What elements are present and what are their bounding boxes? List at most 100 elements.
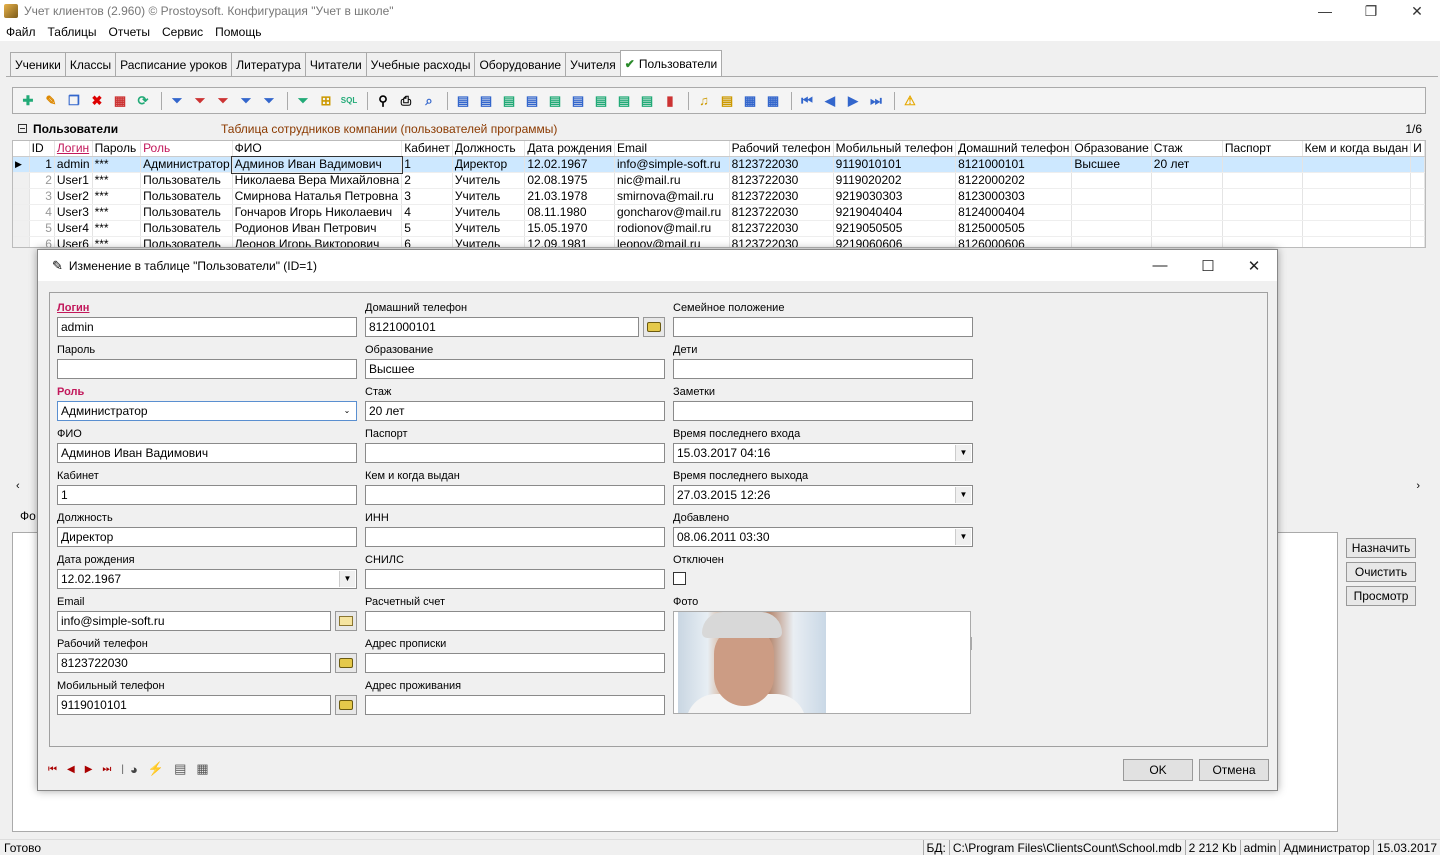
dialog-maximize-button[interactable]: ☐ [1185, 250, 1231, 281]
minimize-button[interactable]: — [1302, 0, 1348, 22]
table-cell[interactable]: *** [92, 156, 142, 173]
table-cell[interactable]: 2 [401, 172, 453, 189]
call-home-phone-button[interactable] [643, 317, 665, 337]
table-cell[interactable]: Учитель [452, 220, 526, 237]
table-cell[interactable]: *** [92, 220, 142, 237]
notes-input[interactable] [673, 401, 973, 421]
table-cell[interactable]: 8123722030 [729, 236, 834, 247]
table-cell[interactable]: 9219040404 [833, 204, 957, 221]
birth-date-picker[interactable]: 12.02.1967 ▼ [57, 569, 357, 589]
account-input[interactable] [365, 611, 665, 631]
table-cell[interactable]: 8125000505 [955, 220, 1073, 237]
table-cell[interactable]: 6 [401, 236, 453, 247]
add-record-icon[interactable]: ✚ [18, 92, 38, 110]
table-cell[interactable]: User4 [54, 220, 93, 237]
table-cell[interactable]: Высшее [1071, 156, 1152, 173]
document-icon[interactable]: ▤ [717, 92, 737, 110]
table-cell[interactable]: User1 [54, 172, 93, 189]
table-cell[interactable] [1071, 188, 1152, 205]
table-cell[interactable] [1222, 236, 1303, 247]
view-button[interactable]: Просмотр [1346, 586, 1416, 606]
column-header[interactable]: Должность [452, 141, 526, 157]
prev-record-icon[interactable]: ◀ [820, 92, 840, 110]
filter-remove-icon[interactable]: ⏷ [213, 92, 233, 110]
txt-icon[interactable]: ▤ [614, 92, 634, 110]
table-cell[interactable]: *** [92, 188, 142, 205]
find-icon[interactable]: ⚲ [373, 92, 393, 110]
report-icon[interactable]: ♫ [694, 92, 714, 110]
table-cell[interactable]: rodionov@mail.ru [614, 220, 730, 237]
dropdown-arrow-icon[interactable]: ▼ [339, 571, 355, 587]
table-cell[interactable]: Гончаров Игорь Николаевич [232, 204, 403, 221]
menu-reports[interactable]: Отчеты [109, 25, 150, 39]
edit-record-icon[interactable]: ✎ [41, 92, 61, 110]
tab-classes[interactable]: Классы [64, 52, 117, 76]
table-row[interactable]: 6 User6 *** Пользователь Леонов Игорь Виктор… [13, 236, 1425, 247]
table-row[interactable]: ▶ 1 admin *** Администратор Админов Иван Вади… [13, 155, 1425, 174]
column-header[interactable]: Стаж [1151, 141, 1223, 157]
table-cell[interactable]: Учитель [452, 204, 526, 221]
table-cell[interactable]: 2 [29, 172, 55, 189]
table-cell[interactable]: 02.08.1975 [524, 172, 615, 189]
table-cell[interactable]: Смирнова Наталья Петровна [232, 188, 403, 205]
home-phone-input[interactable]: 8121000101 [365, 317, 639, 337]
call-work-phone-button[interactable] [335, 653, 357, 673]
table-cell[interactable]: 12.02.1967 [524, 156, 615, 173]
row-indicator[interactable] [13, 220, 30, 237]
excel-icon[interactable]: ▤ [545, 92, 565, 110]
columns-icon[interactable]: ▦ [763, 92, 783, 110]
role-select[interactable]: Администратор ⌄ [57, 401, 357, 421]
reg-address-input[interactable] [365, 653, 665, 673]
menu-help[interactable]: Помощь [215, 25, 261, 39]
tab-readers[interactable]: Читатели [304, 52, 367, 76]
table-cell[interactable] [1302, 188, 1412, 205]
password-input[interactable] [57, 359, 357, 379]
table-cell[interactable]: 3 [29, 188, 55, 205]
table-cell[interactable]: admin [54, 156, 93, 173]
passport-input[interactable] [365, 443, 665, 463]
column-header[interactable]: Пароль [92, 141, 142, 157]
table-cell[interactable]: 9119020202 [833, 172, 957, 189]
column-header[interactable]: ФИО [232, 141, 403, 157]
table-cell[interactable]: 8123000303 [955, 188, 1073, 205]
column-header[interactable]: Рабочий телефон [729, 141, 834, 157]
next-record-icon[interactable]: ▶ [843, 92, 863, 110]
last-record-icon[interactable]: ⏭ [102, 764, 111, 775]
dialog-close-button[interactable]: ✕ [1231, 250, 1277, 281]
table-row[interactable]: 4 User3 *** Пользователь Гончаров Игорь Нико… [13, 204, 1425, 221]
table-cell[interactable] [1302, 236, 1412, 247]
column-header[interactable]: Образование [1071, 141, 1152, 157]
export-excel-icon[interactable]: ▤ [499, 92, 519, 110]
warning-icon[interactable]: ⚠ [900, 92, 920, 110]
last-logout-picker[interactable]: 27.03.2015 12:26 ▼ [673, 485, 973, 505]
table-cell[interactable] [1410, 188, 1425, 205]
table-cell[interactable] [1151, 236, 1223, 247]
scroll-right-icon[interactable]: › [1416, 480, 1420, 492]
table-cell[interactable]: Учитель [452, 236, 526, 247]
table-cell[interactable]: Директор [452, 156, 526, 173]
column-header[interactable]: Паспорт [1222, 141, 1303, 157]
table-cell[interactable]: 9119010101 [833, 156, 957, 173]
column-header[interactable]: Дата рождения [524, 141, 615, 157]
table-cell[interactable] [1302, 204, 1412, 221]
table-cell[interactable]: goncharov@mail.ru [614, 204, 730, 221]
table-cell[interactable]: User6 [54, 236, 93, 247]
table-cell[interactable]: 1 [401, 156, 453, 173]
table-cell[interactable]: info@simple-soft.ru [614, 156, 730, 173]
filter-edit-icon[interactable]: ⏷ [236, 92, 256, 110]
sql-query-icon[interactable]: SQL [339, 92, 359, 110]
column-header[interactable]: Мобильный телефон [833, 141, 957, 157]
table-cell[interactable] [1071, 236, 1152, 247]
table-cell[interactable]: 8123722030 [729, 204, 834, 221]
table-cell[interactable] [1410, 204, 1425, 221]
photo-tab[interactable]: Фо [20, 509, 36, 523]
table-cell[interactable] [1410, 156, 1425, 173]
table-cell[interactable]: Учитель [452, 172, 526, 189]
import-icon[interactable]: ▤ [476, 92, 496, 110]
table-cell[interactable]: *** [92, 172, 142, 189]
chart-export-icon[interactable]: ▤ [522, 92, 542, 110]
issued-input[interactable] [365, 485, 665, 505]
table-cell[interactable]: 8122000202 [955, 172, 1073, 189]
table-cell[interactable] [1302, 220, 1412, 237]
table-cell[interactable] [1410, 172, 1425, 189]
